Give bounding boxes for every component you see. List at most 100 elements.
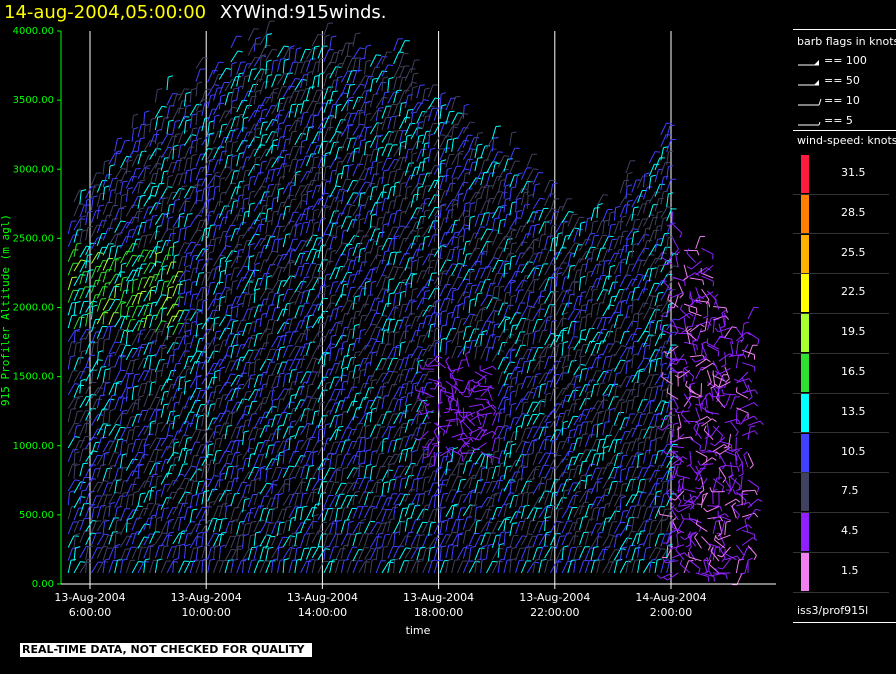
barb-shaft: [323, 274, 327, 288]
barb-shaft: [73, 561, 81, 574]
wind-barb: [271, 398, 278, 414]
barb-flag: [296, 222, 302, 226]
barb-shaft: [183, 369, 188, 383]
barb-shaft: [160, 560, 167, 574]
barb-shaft: [300, 277, 305, 290]
wind-barb: [242, 197, 249, 213]
barb-shaft: [172, 430, 178, 444]
barb-shaft: [73, 440, 81, 453]
barb-flag: [296, 531, 302, 534]
wind-barb: [125, 243, 138, 256]
barb-flag: [233, 465, 239, 467]
wind-barb: [183, 532, 193, 547]
barb-shaft: [178, 281, 181, 295]
barb-flag: [273, 210, 279, 213]
barb-flag: [286, 124, 292, 127]
barb-shaft: [236, 344, 242, 358]
barb-shaft: [120, 357, 122, 371]
barb-shaft: [329, 91, 334, 105]
barb-shaft: [125, 402, 134, 415]
barb-shaft: [305, 289, 311, 303]
barb-shaft: [201, 357, 207, 371]
barb-flag: [297, 103, 303, 106]
barb-shaft: [149, 382, 152, 396]
barb-shaft: [305, 560, 310, 574]
barb-shaft: [125, 243, 134, 256]
barb-shaft: [143, 423, 151, 435]
barb-flag: [192, 494, 198, 497]
wind-barb: [120, 236, 132, 249]
barb-flag: [335, 185, 341, 188]
wind-barb: [218, 296, 226, 312]
barb-flag: [208, 244, 214, 247]
barb-flag: [227, 492, 233, 495]
barb-shaft: [311, 173, 317, 186]
barb-shaft: [334, 455, 338, 469]
barb-shaft: [265, 119, 273, 131]
barb-shaft: [195, 481, 200, 495]
barb-shaft: [294, 160, 299, 174]
barb-shaft: [271, 400, 273, 414]
barb-shaft: [125, 470, 133, 483]
barb-flag: [273, 59, 279, 62]
barb-flag: [313, 514, 319, 517]
barb-shaft: [305, 410, 309, 424]
barb-shaft: [317, 323, 321, 337]
barb-shaft: [265, 49, 273, 61]
wind-barb: [276, 467, 288, 481]
barb-shaft: [201, 532, 204, 546]
barb-shaft: [143, 533, 151, 546]
wind-barb: [131, 225, 143, 239]
barb-shaft: [195, 312, 198, 326]
barb-flag: [185, 491, 191, 494]
barb-shaft: [276, 59, 282, 72]
barb-flag: [109, 164, 115, 167]
barb-shaft: [166, 149, 173, 162]
barb-shaft: [265, 523, 270, 537]
wind-barb: [90, 210, 101, 224]
wind-barb: [131, 181, 144, 194]
barb-shaft: [189, 548, 194, 561]
barb-shaft: [183, 106, 187, 120]
barb-flag: [208, 453, 214, 456]
barb-shaft: [242, 131, 248, 145]
barb-shaft: [201, 454, 209, 466]
barb-shaft: [79, 260, 87, 273]
wind-barb: [96, 533, 109, 546]
barb-flag: [209, 158, 215, 161]
barb-shaft: [236, 62, 242, 75]
barb-shaft: [305, 357, 313, 370]
barb-flag: [251, 559, 257, 561]
barb-flag: [132, 254, 138, 257]
barb-shaft: [259, 328, 267, 341]
wind-barb: [166, 491, 177, 505]
barb-shaft: [259, 135, 263, 149]
barb-shaft: [178, 350, 186, 363]
barb-shaft: [323, 481, 329, 495]
wind-barb: [259, 259, 269, 273]
barb-flag: [341, 374, 347, 377]
barb-shaft: [300, 548, 305, 562]
barb-shaft: [201, 118, 206, 132]
barb-flag: [75, 328, 81, 332]
wind-barb: [96, 337, 104, 353]
barb-shaft: [242, 391, 247, 405]
barb-shaft: [90, 196, 94, 210]
barb-shaft: [265, 131, 273, 144]
barb-flag: [303, 250, 309, 253]
barb-shaft: [271, 467, 277, 480]
barb-shaft: [166, 93, 174, 106]
barb-shaft: [224, 373, 231, 387]
wind-barb: [207, 443, 214, 459]
barb-shaft: [247, 192, 251, 206]
wind-barb: [218, 422, 230, 436]
barb-shaft: [73, 317, 80, 330]
barb-shaft: [276, 426, 279, 440]
barb-shaft: [247, 349, 255, 362]
barb-shaft: [265, 276, 268, 290]
barb-shaft: [300, 478, 303, 492]
barb-shaft: [213, 61, 220, 75]
barb-shaft: [329, 442, 335, 455]
wind-barb: [305, 205, 314, 221]
barb-shaft: [265, 264, 271, 278]
